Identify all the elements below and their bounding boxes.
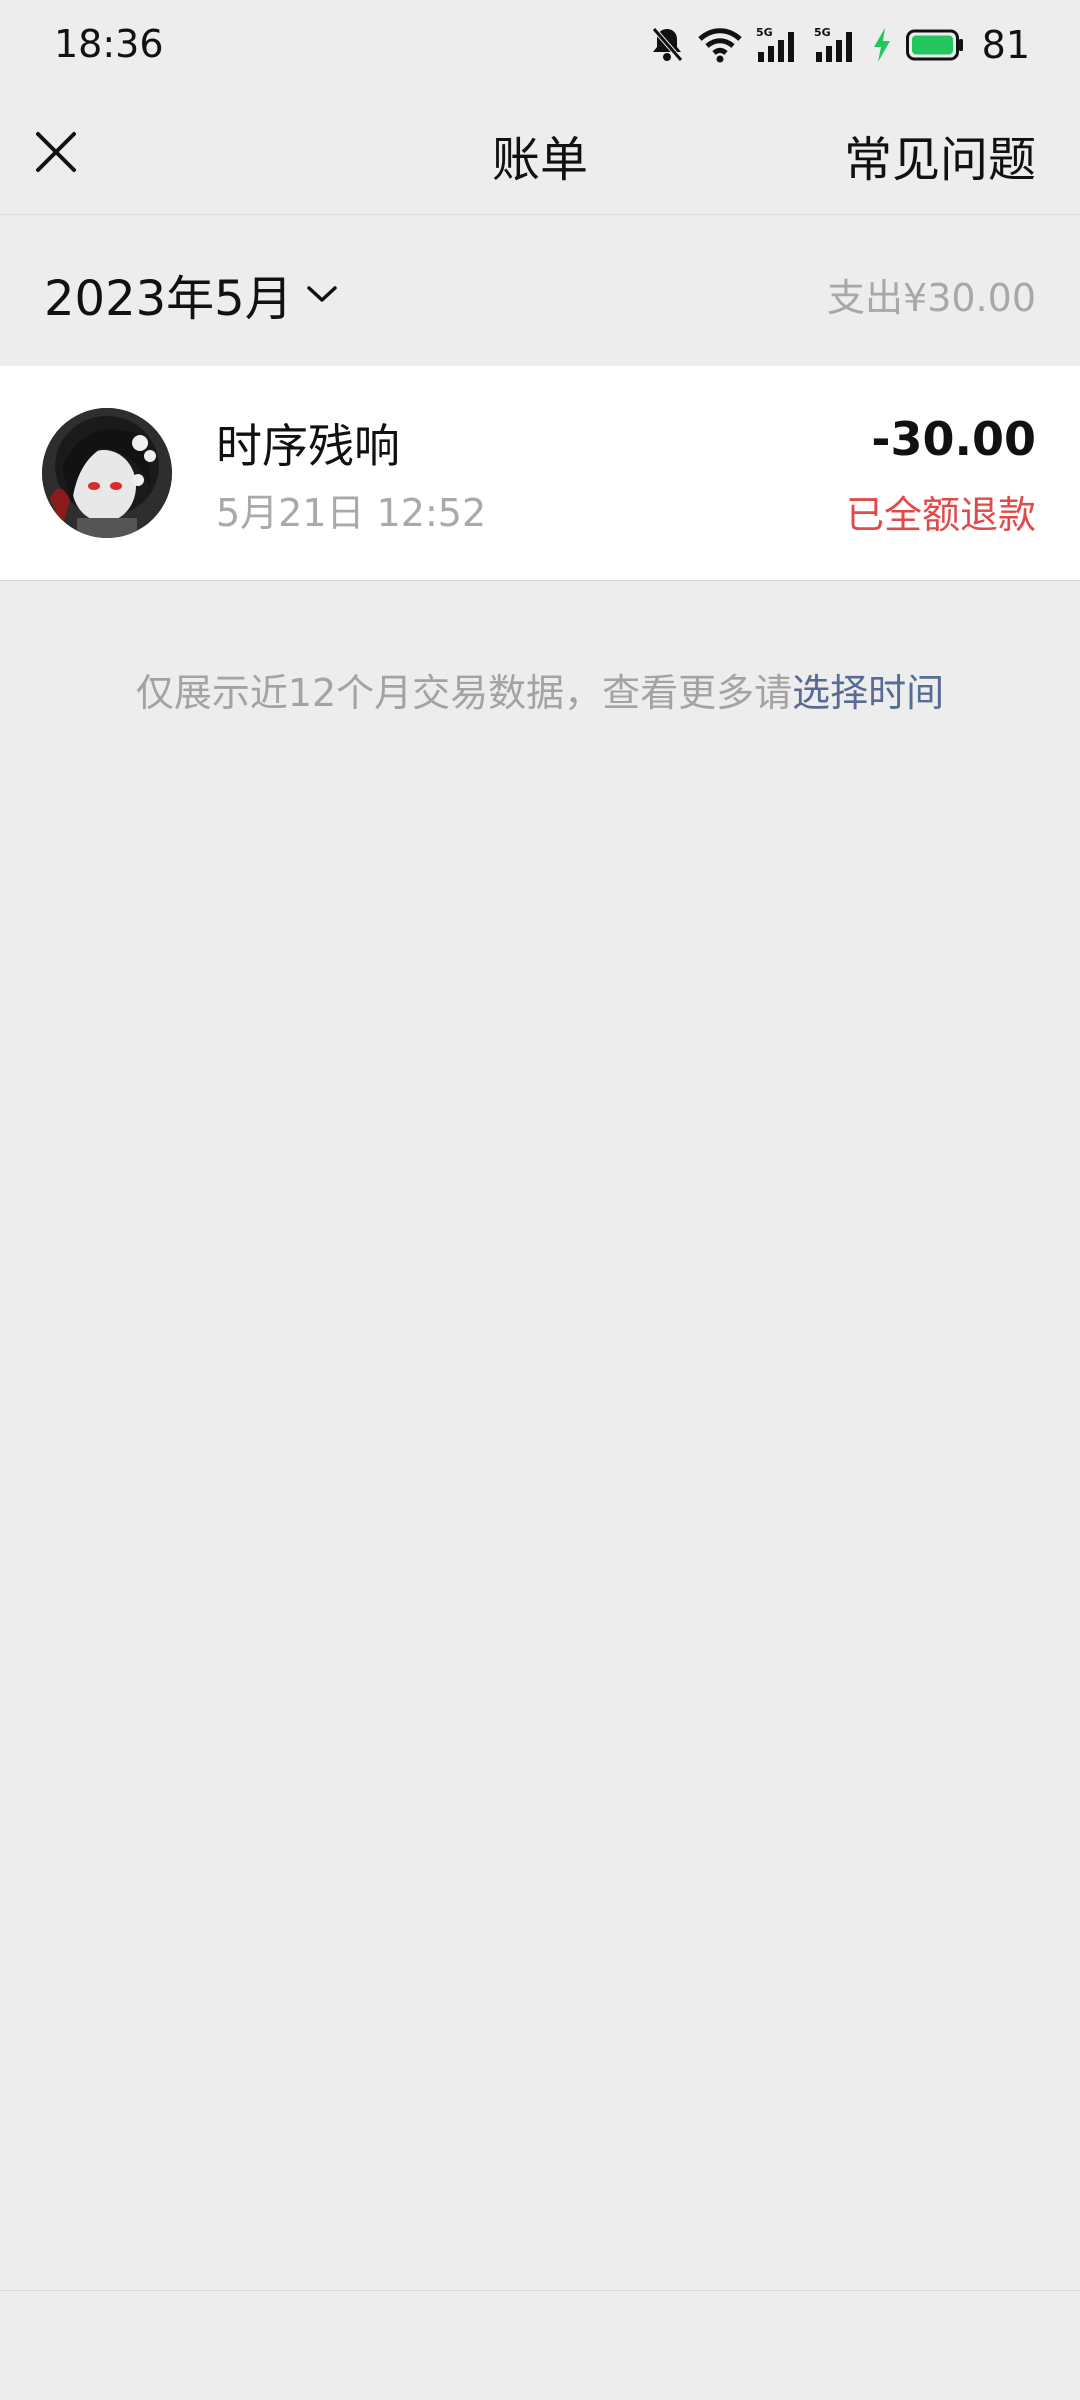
status-bar: 18:36 5G 5G 81 [0, 0, 1080, 90]
select-time-link[interactable]: 选择时间 [792, 671, 944, 715]
status-icons: 5G 5G 81 [650, 20, 1030, 70]
transaction-status: 已全额退款 [845, 493, 1036, 537]
signal-5g-icon: 5G [756, 26, 794, 62]
nav-bar: 账单 常见问题 [0, 90, 1080, 215]
month-bar: 2023年5月 支出¥30.00 [0, 215, 1080, 365]
spend-summary: 支出¥30.00 [827, 276, 1036, 320]
month-selector[interactable]: 2023年5月 [44, 259, 339, 329]
avatar-image [42, 408, 172, 538]
svg-text:5G: 5G [756, 26, 773, 39]
battery-percent: 81 [981, 23, 1030, 67]
bell-muted-icon [651, 27, 683, 62]
signal-5g-icon: 5G [814, 26, 852, 62]
footer-note-text: 仅展示近12个月交易数据，查看更多请 [135, 671, 793, 715]
svg-text:5G: 5G [814, 26, 831, 39]
transaction-time: 5月21日 12:52 [216, 491, 487, 535]
transaction-name: 时序残响 [216, 419, 400, 473]
avatar [42, 408, 172, 538]
month-label: 2023年5月 [44, 271, 293, 327]
transaction-amount: -30.00 [871, 412, 1036, 466]
transaction-row[interactable]: 时序残响 5月21日 12:52 -30.00 已全额退款 [0, 366, 1080, 581]
chevron-down-icon [306, 286, 337, 302]
faq-button[interactable]: 常见问题 [844, 120, 1036, 190]
status-time: 18:36 [54, 22, 164, 66]
bottom-divider [0, 2290, 1080, 2291]
footer-note: 仅展示近12个月交易数据，查看更多请选择时间 [0, 662, 1080, 717]
charging-icon [873, 28, 890, 62]
wifi-icon [697, 28, 742, 63]
battery-icon [905, 29, 963, 61]
